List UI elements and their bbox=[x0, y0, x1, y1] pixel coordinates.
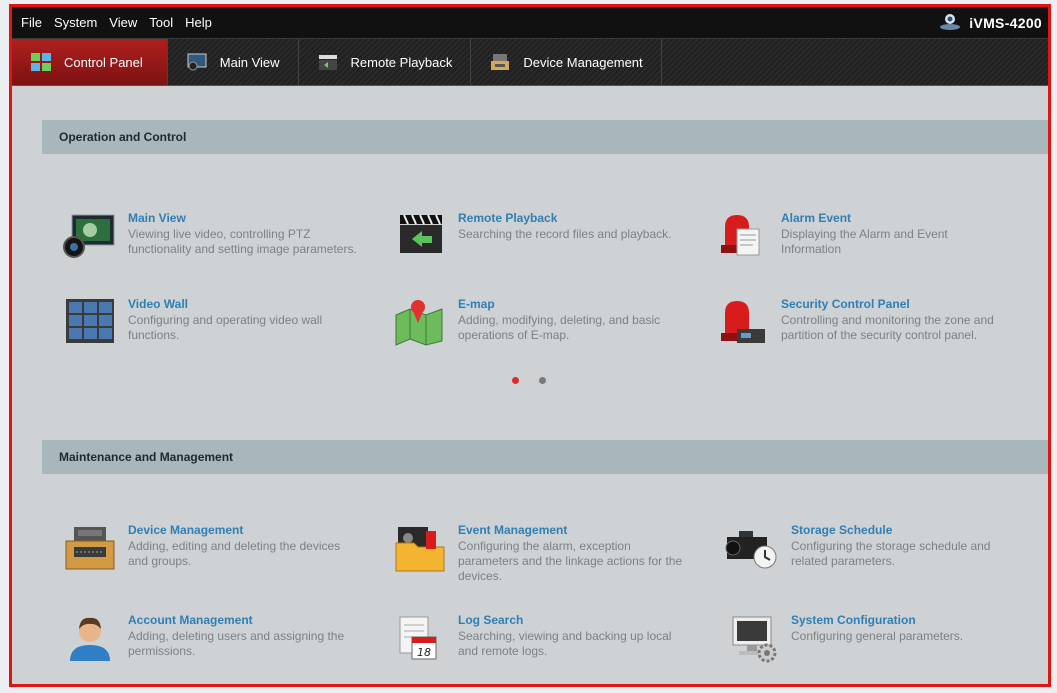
section-title: Maintenance and Management bbox=[59, 450, 234, 464]
module-title: Storage Schedule bbox=[791, 523, 893, 537]
tab-control-panel[interactable]: Control Panel bbox=[12, 39, 168, 85]
user-account-icon bbox=[62, 613, 118, 663]
section-header-maintenance: Maintenance and Management bbox=[42, 440, 1048, 474]
module-title: Device Management bbox=[128, 523, 244, 537]
svg-text:18: 18 bbox=[417, 646, 431, 659]
module-main-view[interactable]: Main View Viewing live video, controllin… bbox=[62, 211, 358, 261]
module-title: E-map bbox=[458, 297, 495, 311]
section-title: Operation and Control bbox=[59, 130, 187, 144]
module-desc: Configuring the alarm, exception paramet… bbox=[458, 539, 683, 583]
pager-dots bbox=[512, 377, 546, 384]
module-desc: Configuring general parameters. bbox=[791, 629, 964, 643]
module-title: Event Management bbox=[458, 523, 568, 537]
control-panel-icon bbox=[30, 52, 52, 72]
tab-label: Main View bbox=[219, 54, 280, 70]
module-video-wall[interactable]: Video Wall Configuring and operating vid… bbox=[62, 297, 358, 347]
module-desc: Displaying the Alarm and Event Informati… bbox=[781, 227, 948, 256]
module-e-map[interactable]: E-map Adding, modifying, deleting, and b… bbox=[392, 297, 688, 347]
tab-bar: Control Panel Main View Remote Playback … bbox=[12, 38, 1048, 86]
module-desc: Controlling and monitoring the zone and … bbox=[781, 313, 994, 342]
remote-playback-icon bbox=[317, 52, 339, 72]
calendar-log-icon: 18 bbox=[392, 613, 448, 663]
camera-clock-icon bbox=[725, 523, 781, 573]
video-wall-icon bbox=[62, 297, 118, 347]
module-account-management[interactable]: Account Management Adding, deleting user… bbox=[62, 613, 358, 663]
module-title: Alarm Event bbox=[781, 211, 852, 225]
security-alarm-icon bbox=[715, 297, 771, 347]
section-header-operation: Operation and Control bbox=[42, 120, 1048, 154]
module-remote-playback[interactable]: Remote Playback Searching the record fil… bbox=[392, 211, 688, 261]
module-device-management[interactable]: Device Management Adding, editing and de… bbox=[62, 523, 358, 573]
module-storage-schedule[interactable]: Storage Schedule Configuring the storage… bbox=[725, 523, 1021, 573]
module-title: Remote Playback bbox=[458, 211, 558, 225]
menu-help[interactable]: Help bbox=[185, 15, 212, 30]
device-management-icon bbox=[489, 52, 511, 72]
tab-label: Device Management bbox=[523, 54, 643, 70]
brand: iVMS-4200 bbox=[939, 11, 1042, 34]
menu-bar: File System View Tool Help iVMS-4200 bbox=[12, 7, 1048, 38]
module-title: Account Management bbox=[128, 613, 253, 627]
module-alarm-event[interactable]: Alarm Event Displaying the Alarm and Eve… bbox=[715, 211, 1011, 261]
module-title: Security Control Panel bbox=[781, 297, 910, 311]
pager-dot-1[interactable] bbox=[512, 377, 519, 384]
module-desc: Adding, editing and deleting the devices… bbox=[128, 539, 341, 568]
tab-label: Control Panel bbox=[64, 54, 143, 70]
module-desc: Configuring and operating video wall fun… bbox=[128, 313, 323, 342]
event-folder-icon bbox=[392, 523, 448, 573]
module-desc: Viewing live video, controlling PTZ func… bbox=[128, 227, 357, 256]
menu-system[interactable]: System bbox=[54, 15, 97, 30]
module-title: System Configuration bbox=[791, 613, 916, 627]
menu-view[interactable]: View bbox=[109, 15, 137, 30]
tab-label: Remote Playback bbox=[350, 54, 453, 70]
monitor-gear-icon bbox=[725, 613, 781, 663]
menu-tool[interactable]: Tool bbox=[149, 15, 173, 30]
pager-dot-2[interactable] bbox=[539, 377, 546, 384]
app-window: File System View Tool Help iVMS-4200 Con… bbox=[9, 4, 1051, 687]
tab-remote-playback[interactable]: Remote Playback bbox=[299, 39, 472, 85]
module-desc: Configuring the storage schedule and rel… bbox=[791, 539, 991, 568]
app-title: iVMS-4200 bbox=[969, 14, 1042, 31]
module-title: Main View bbox=[128, 211, 186, 225]
module-title: Log Search bbox=[458, 613, 524, 627]
map-pin-icon bbox=[392, 297, 448, 347]
module-desc: Searching, viewing and backing up local … bbox=[458, 629, 672, 658]
module-desc: Searching the record files and playback. bbox=[458, 227, 672, 241]
camera-lens-icon bbox=[62, 211, 118, 261]
module-event-management[interactable]: Event Management Configuring the alarm, … bbox=[392, 523, 688, 584]
module-title: Video Wall bbox=[128, 297, 189, 311]
user-camera-icon bbox=[939, 11, 961, 34]
module-system-configuration[interactable]: System Configuration Configuring general… bbox=[725, 613, 1021, 663]
menu-file[interactable]: File bbox=[21, 15, 42, 30]
module-log-search[interactable]: 18 Log Search Searching, viewing and bac… bbox=[392, 613, 688, 663]
module-desc: Adding, modifying, deleting, and basic o… bbox=[458, 313, 661, 342]
module-desc: Adding, deleting users and assigning the… bbox=[128, 629, 345, 658]
tab-device-management[interactable]: Device Management bbox=[471, 39, 662, 85]
main-view-icon bbox=[186, 52, 208, 72]
clapper-playback-icon bbox=[392, 211, 448, 261]
alarm-light-icon bbox=[715, 211, 771, 261]
dvr-device-icon bbox=[62, 523, 118, 573]
tab-main-view[interactable]: Main View bbox=[168, 39, 299, 85]
module-security-control-panel[interactable]: Security Control Panel Controlling and m… bbox=[715, 297, 1011, 347]
